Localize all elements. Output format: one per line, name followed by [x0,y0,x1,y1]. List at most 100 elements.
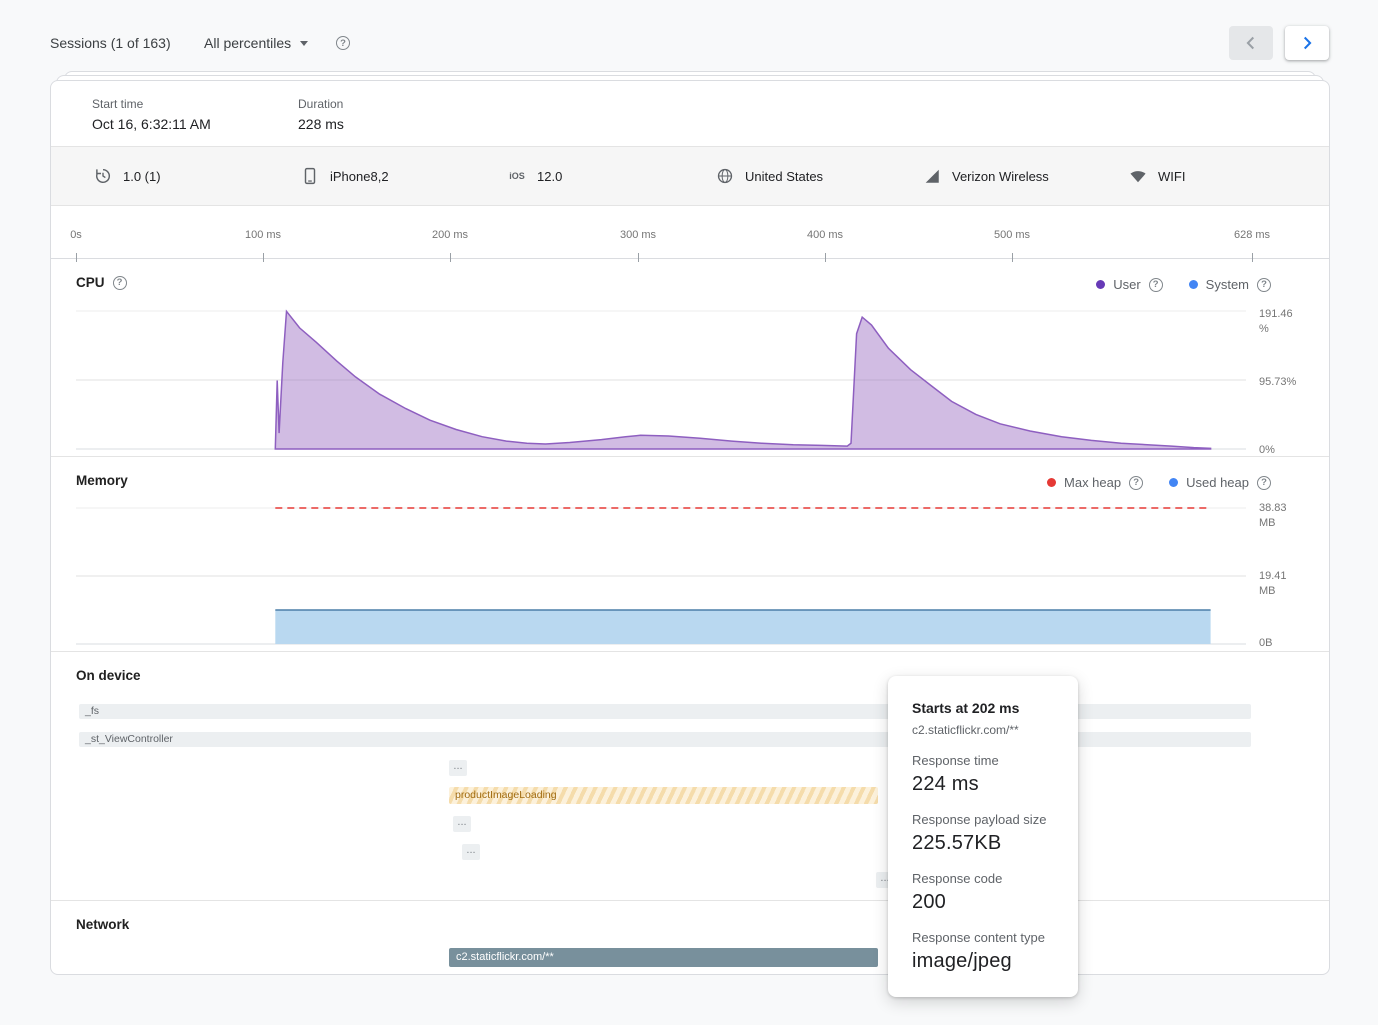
timeline-tick-label: 400 ms [807,229,843,241]
device-item: 1.0 (1) [94,167,161,185]
legend-item: User? [1096,277,1162,292]
cpu-section: CPU ? User? System? 191.46 % 95.73% 0% [51,259,1329,457]
memory-axis-label: 38.83 MB [1259,501,1305,531]
device-item-label: Verizon Wireless [952,169,1049,184]
legend-label: Used heap [1186,475,1249,490]
on-device-section-title: On device [76,668,141,683]
timeline-tick [638,253,639,262]
duration-block: Duration 228 ms [298,97,344,132]
cpu-axis-label: 95.73% [1259,375,1305,390]
cpu-axis-label: 191.46 % [1259,307,1305,337]
device-item: WIFI [1129,167,1185,185]
help-icon[interactable]: ? [1149,278,1163,292]
app-version-icon [94,167,112,185]
timeline-tick-label: 100 ms [245,229,281,241]
tooltip-field: Response time224 ms [912,753,1054,796]
cpu-title-text: CPU [76,275,105,290]
legend-label: System [1206,277,1249,292]
timeline-tick [1252,253,1253,262]
next-session-button[interactable] [1285,26,1329,60]
network-request-bar[interactable]: c2.staticflickr.com/** [449,948,878,967]
cpu-axis-label: 0% [1259,443,1305,458]
trace-bar-productimageloading[interactable]: productImageLoading [449,787,878,804]
memory-section: Memory Max heap?Used heap? 38.83 MB 19.4… [51,457,1329,652]
tooltip-field-value: 200 [912,891,1054,914]
help-icon[interactable]: ? [113,276,127,290]
timeline-tick [1012,253,1013,262]
memory-axis-label: 19.41 MB [1259,569,1305,599]
collapsed-trace-chip[interactable]: ... [449,760,467,776]
tooltip-field: Response payload size225.57KB [912,812,1054,855]
collapsed-trace-chip[interactable]: ... [462,844,480,860]
device-item: iOS 12.0 [508,167,562,185]
sessions-counter: Sessions (1 of 163) [50,35,171,51]
legend-item: Max heap? [1047,475,1143,490]
device-info-row: 1.0 (1) iPhone8,2 iOS 12.0 United States Veri… [51,146,1329,206]
timeline-tick-label: 628 ms [1234,229,1270,241]
timeline-tick-label: 200 ms [432,229,468,241]
timeline-tick [263,253,264,262]
network-section-title: Network [76,917,129,932]
duration-label: Duration [298,97,344,111]
device-item-label: iPhone8,2 [330,169,389,184]
device-item: iPhone8,2 [301,167,389,185]
tooltip-url: c2.staticflickr.com/** [912,723,1054,737]
cell-signal-icon [923,167,941,185]
previous-session-button[interactable] [1229,26,1273,60]
chevron-down-icon [300,41,308,46]
timeline-ruler: 0s100 ms200 ms300 ms400 ms500 ms628 ms [51,206,1329,259]
help-icon[interactable]: ? [336,36,350,50]
legend-item: Used heap? [1169,475,1271,490]
start-time-label: Start time [92,97,211,111]
network-title-text: Network [76,917,129,932]
device-item-label: United States [745,169,823,184]
timeline-tick [76,253,77,262]
legend-dot [1096,280,1105,289]
session-card: Start time Oct 16, 6:32:11 AM Duration 2… [50,80,1330,975]
help-icon[interactable]: ? [1129,476,1143,490]
start-time-block: Start time Oct 16, 6:32:11 AM [92,97,211,132]
cpu-chart[interactable] [76,304,1246,451]
tooltip-field: Response content type image/jpeg [912,930,1054,973]
device-item-label: 1.0 (1) [123,169,161,184]
tooltip-fields: Response time224 ms Response payload size… [912,753,1054,973]
collapsed-trace-chip[interactable]: ... [453,816,471,832]
duration-value: 228 ms [298,116,344,132]
used-heap-area [275,610,1210,644]
tooltip-title: Starts at 202 ms [912,700,1054,716]
ios-icon: iOS [508,167,526,185]
legend-label: Max heap [1064,475,1121,490]
memory-legend: Max heap?Used heap? [1047,475,1271,490]
on-device-section: On device _fs _st_ViewController ... pro… [51,652,1329,901]
wifi-icon [1129,167,1147,185]
device-item: Verizon Wireless [923,167,1049,185]
device-item-label: WIFI [1158,169,1185,184]
timeline-tick [450,253,451,262]
legend-dot [1047,478,1056,487]
tooltip-field-value: 224 ms [912,773,1054,796]
memory-axis-label: 0B [1259,636,1305,651]
chevron-right-icon [1297,33,1317,53]
legend-dot [1169,478,1178,487]
percentiles-dropdown[interactable]: All percentiles [204,35,308,51]
timeline-tick-label: 0s [70,229,82,241]
legend-dot [1189,280,1198,289]
legend-label: User [1113,277,1140,292]
tooltip-field-label: Response payload size [912,812,1054,827]
memory-chart[interactable] [76,497,1246,647]
timeline-tick [825,253,826,262]
percentiles-dropdown-label: All percentiles [204,35,291,51]
device-item: United States [716,167,823,185]
start-time-value: Oct 16, 6:32:11 AM [92,116,211,132]
chevron-left-icon [1241,33,1261,53]
phone-icon [301,167,319,185]
on-device-title-text: On device [76,668,141,683]
tooltip-field: Response code200 [912,871,1054,914]
tooltip-field-value: image/jpeg [912,950,1054,973]
cpu-legend: User? System? [1096,277,1271,292]
tooltip-field-label: Response content type [912,930,1054,945]
network-request-tooltip: Starts at 202 ms c2.staticflickr.com/** … [888,676,1078,997]
device-item-label: 12.0 [537,169,562,184]
help-icon[interactable]: ? [1257,278,1271,292]
help-icon[interactable]: ? [1257,476,1271,490]
